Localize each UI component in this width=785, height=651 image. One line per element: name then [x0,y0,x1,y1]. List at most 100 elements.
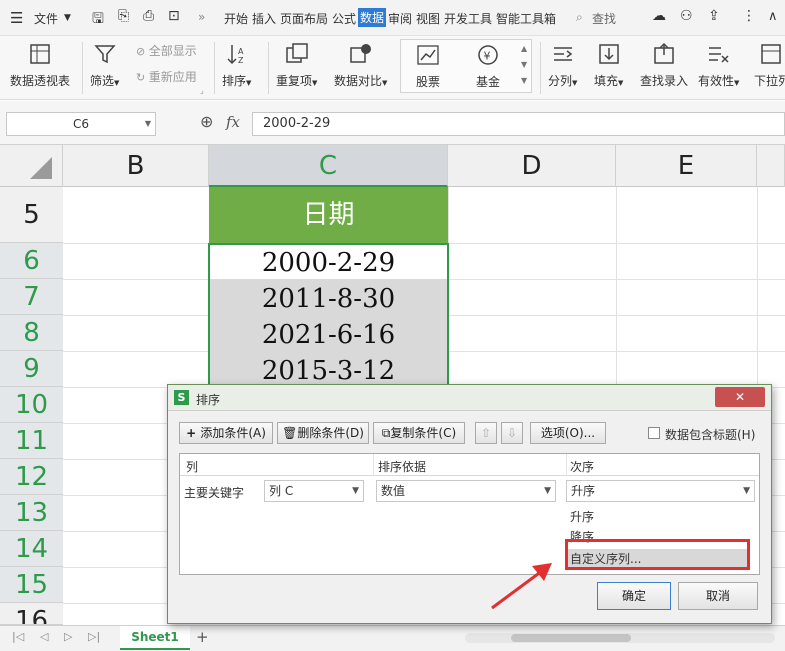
formula-input[interactable]: 2000-2-29 [252,112,785,136]
search-icon[interactable]: ⌕ [576,10,583,25]
compare-button[interactable]: 数据对比▼ [334,42,387,89]
user-icon[interactable]: ⚇ [680,8,693,24]
share-icon[interactable]: ⇪ [708,8,720,24]
row-header-5[interactable]: 5 [0,187,63,243]
options-button[interactable]: 选项(O)... [530,422,606,444]
pivot-table-button[interactable]: 数据透视表 [10,42,70,89]
last-sheet-icon[interactable]: ▷| [88,630,100,643]
row-header-8[interactable]: 8 [0,315,63,351]
stocks-button[interactable]: 股票 [415,43,441,90]
expand-icon[interactable]: ▼ [521,76,527,85]
order-option-ascending[interactable]: 升序 [570,507,750,527]
move-down-button[interactable]: ⇩ [501,422,523,444]
select-all-corner[interactable] [0,145,63,187]
column-header-f[interactable] [757,145,785,187]
header-checkbox-label: 数据包含标题(H) [665,428,756,442]
header-checkbox[interactable] [648,427,660,439]
copy-condition-button[interactable]: ⧉复制条件(C) [373,422,465,444]
tab-home[interactable]: 开始 [224,10,248,27]
date-cell-c8[interactable]: 2021-6-16 [209,317,448,351]
condition-row: 主要关键字 列 C ▼ 数值 ▼ 升序 ▼ [180,477,759,505]
reapply-button[interactable]: ↻ 重新应用 [136,68,197,85]
order-select[interactable]: 升序 ▼ [566,480,755,502]
more-icon[interactable]: » [198,10,205,24]
cancel-button[interactable]: 取消 [678,582,758,610]
date-cell-c6[interactable]: 2000-2-29 [210,245,447,279]
chevron-down-icon[interactable]: ▼ [64,13,71,23]
split-column-icon [550,42,576,66]
row-header-11[interactable]: 11 [0,423,63,459]
column-header-d[interactable]: D [448,145,616,187]
duplicates-icon [284,42,310,66]
sheet-tab-bar: |◁ ◁ ▷ ▷| Sheet1 + [0,625,785,651]
export-icon[interactable]: ⎘ [118,8,129,24]
chevron-down-icon: ▼ [743,486,750,496]
add-condition-button[interactable]: + 添加条件(A) [179,422,273,444]
row-header-12[interactable]: 12 [0,459,63,495]
sort-button[interactable]: AZ 排序▼ [222,42,251,89]
cloud-icon[interactable]: ☁ [652,8,666,24]
scroll-down-icon[interactable]: ▼ [521,60,527,69]
tab-page-layout[interactable]: 页面布局 [280,10,328,27]
date-cell-c7[interactable]: 2011-8-30 [209,281,448,315]
delete-condition-button[interactable]: 🗑删除条件(D) [277,422,369,444]
name-box[interactable]: C6 ▼ [6,112,156,136]
filter-button[interactable]: 筛选▼ [90,42,119,89]
tab-developer[interactable]: 开发工具 [444,10,492,27]
row-header-13[interactable]: 13 [0,495,63,531]
sort-dialog-titlebar: S 排序 ✕ [168,385,771,411]
row-header-10[interactable]: 10 [0,387,63,423]
split-column-button[interactable]: 分列▼ [548,42,577,89]
first-sheet-icon[interactable]: |◁ [12,630,24,643]
date-header-cell[interactable]: 日期 [209,187,448,243]
sheet-tab-sheet1[interactable]: Sheet1 [120,626,190,650]
column-header-c[interactable]: C [209,145,448,187]
column-header-b[interactable]: B [63,145,209,187]
tab-view[interactable]: 视图 [416,10,440,27]
row-header-6[interactable]: 6 [0,243,63,279]
scroll-up-icon[interactable]: ▲ [521,44,527,53]
move-up-button[interactable]: ⇧ [475,422,497,444]
tab-smart-toolbox[interactable]: 智能工具箱 [496,10,556,27]
row-header-7[interactable]: 7 [0,279,63,315]
next-sheet-icon[interactable]: ▷ [64,630,72,643]
horizontal-scrollbar[interactable] [465,633,775,643]
show-all-button[interactable]: ⊘ 全部显示 [136,42,197,59]
ok-button[interactable]: 确定 [597,582,671,610]
prev-sheet-icon[interactable]: ◁ [40,630,48,643]
chevron-down-icon: ▼ [352,486,359,496]
tab-formula[interactable]: 公式 [332,10,356,27]
svg-text:Z: Z [238,56,244,65]
row-header-15[interactable]: 15 [0,567,63,603]
tab-insert[interactable]: 插入 [252,10,276,27]
duplicates-button[interactable]: 重复项▼ [276,42,317,89]
basis-select[interactable]: 数值 ▼ [376,480,556,502]
funds-button[interactable]: ¥ 基金 [475,43,501,90]
preview-icon[interactable]: ⊡ [168,8,180,24]
close-button[interactable]: ✕ [715,387,765,407]
tab-data[interactable]: 数据 [358,8,387,27]
dialog-launcher-icon[interactable]: ⌟ [200,86,204,95]
function-icon[interactable]: fx [226,113,240,131]
date-cell-c9[interactable]: 2015-3-12 [209,353,448,387]
fill-button[interactable]: 填充▼ [594,42,623,89]
zoom-icon[interactable]: ⊕ [200,112,213,131]
hamburger-icon[interactable]: ☰ [10,9,23,27]
row-header-16[interactable]: 16 [0,603,63,625]
save-icon[interactable]: 🖫 [92,8,104,32]
print-icon[interactable]: ⎙ [143,8,154,24]
menu-file[interactable]: 文件 [34,10,58,27]
collapse-icon[interactable]: ∧ [768,9,778,24]
column-header-e[interactable]: E [616,145,757,187]
row-header-14[interactable]: 14 [0,531,63,567]
tab-review[interactable]: 审阅 [388,10,412,27]
lookup-entry-button[interactable]: 查找录入 [640,42,688,89]
validity-button[interactable]: 有效性▼ [698,42,739,89]
add-sheet-button[interactable]: + [196,628,209,646]
dropdown-list-button[interactable]: 下拉列表 [754,42,785,89]
more-options-icon[interactable]: ⋮ [742,8,756,24]
search-label[interactable]: 查找 [592,10,616,27]
column-select[interactable]: 列 C ▼ [264,480,364,502]
row-header-9[interactable]: 9 [0,351,63,387]
scrollbar-thumb[interactable] [511,634,631,642]
